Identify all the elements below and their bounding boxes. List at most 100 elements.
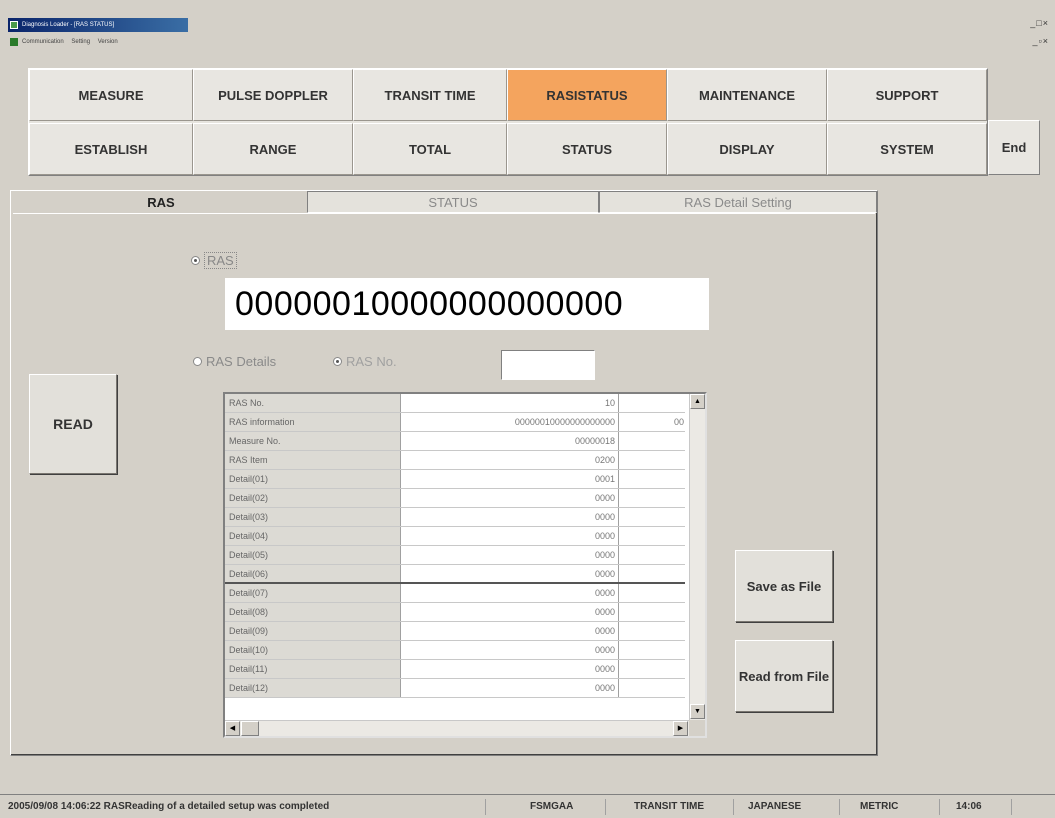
row-value-cell: 00000010000000000000 (401, 413, 619, 431)
table-row[interactable]: Detail(07) 0000 (225, 584, 685, 603)
row-label-cell: RAS No. (225, 394, 401, 412)
table-row[interactable]: Detail(10) 0000 (225, 641, 685, 660)
status-message: 2005/09/08 14:06:22 RASReading of a deta… (4, 799, 486, 815)
nav-maintenance[interactable]: MAINTENANCE (667, 69, 827, 121)
nav-display[interactable]: DISPLAY (667, 123, 827, 175)
table-row[interactable]: Detail(05) 0000 (225, 546, 685, 565)
mdi-window-controls[interactable]: _▫× (1009, 36, 1049, 48)
tab-ras[interactable]: RAS (13, 191, 309, 213)
end-button[interactable]: End (988, 120, 1040, 175)
row-label-cell: Detail(11) (225, 660, 401, 678)
row-extra-cell (619, 584, 685, 602)
status-language: JAPANESE (744, 799, 840, 815)
nav-measure[interactable]: MEASURE (29, 69, 193, 121)
table-row[interactable]: Measure No. 00000018 (225, 432, 685, 451)
nav-system[interactable]: SYSTEM (827, 123, 987, 175)
save-as-file-button[interactable]: Save as File (735, 550, 833, 622)
row-value-cell: 0000 (401, 622, 619, 640)
read-button[interactable]: READ (29, 374, 117, 474)
menu-communication[interactable]: Communication (22, 39, 64, 45)
row-label-cell: RAS Item (225, 451, 401, 469)
nav-range[interactable]: RANGE (193, 123, 353, 175)
radio-unselected-icon (193, 357, 202, 366)
function-nav: MEASURE PULSE DOPPLER TRANSIT TIME RASIS… (28, 68, 988, 176)
table-row[interactable]: Detail(09) 0000 (225, 622, 685, 641)
scroll-thumb[interactable] (241, 721, 259, 736)
row-value-cell: 0000 (401, 641, 619, 659)
document-icon (10, 38, 18, 46)
radio-selected-icon (333, 357, 342, 366)
row-label-cell: Detail(03) (225, 508, 401, 526)
table-row[interactable]: RAS No. 10 (225, 394, 685, 413)
tab-ras-detail-setting[interactable]: RAS Detail Setting (599, 191, 877, 213)
table-row[interactable]: Detail(08) 0000 (225, 603, 685, 622)
menu-version[interactable]: Version (98, 39, 118, 45)
row-extra-cell (619, 508, 685, 526)
row-extra-cell (619, 641, 685, 659)
window-title-bar: Diagnosis Loader - [RAS STATUS] (8, 18, 188, 32)
row-label-cell: Detail(01) (225, 470, 401, 488)
row-extra-cell (619, 394, 685, 412)
ras-value-display: 00000010000000000000 (225, 278, 709, 330)
table-row[interactable]: Detail(06) 0000 (225, 565, 685, 584)
ras-detail-grid[interactable]: RAS No. 10 RAS information 0000001000000000… (223, 392, 707, 738)
row-extra-cell (619, 451, 685, 469)
ras-radio-label: RAS (204, 252, 237, 269)
horizontal-scrollbar[interactable]: ◀ ▶ (225, 720, 689, 736)
ras-no-input[interactable] (501, 350, 595, 380)
table-row[interactable]: Detail(12) 0000 (225, 679, 685, 698)
nav-total[interactable]: TOTAL (353, 123, 507, 175)
scroll-down-icon[interactable]: ▼ (690, 704, 705, 719)
table-row[interactable]: RAS information 00000010000000000000 00 (225, 413, 685, 432)
table-row[interactable]: Detail(03) 0000 (225, 508, 685, 527)
row-label-cell: Detail(02) (225, 489, 401, 507)
row-value-cell: 00000018 (401, 432, 619, 450)
ras-details-label: RAS Details (206, 354, 277, 369)
grid-rows: RAS No. 10 RAS information 0000001000000000… (225, 394, 685, 698)
read-from-file-button[interactable]: Read from File (735, 640, 833, 712)
row-extra-cell (619, 527, 685, 545)
scroll-right-icon[interactable]: ▶ (673, 721, 688, 736)
row-label-cell: Detail(04) (225, 527, 401, 545)
ras-details-radio[interactable]: RAS Details (193, 354, 276, 369)
nav-support[interactable]: SUPPORT (827, 69, 987, 121)
nav-rasistatus[interactable]: RASISTATUS (507, 69, 667, 121)
row-value-cell: 0000 (401, 679, 619, 697)
row-label-cell: Detail(10) (225, 641, 401, 659)
row-value-cell: 0000 (401, 660, 619, 678)
table-row[interactable]: Detail(11) 0000 (225, 660, 685, 679)
table-row[interactable]: Detail(02) 0000 (225, 489, 685, 508)
table-row[interactable]: RAS Item 0200 (225, 451, 685, 470)
table-row[interactable]: Detail(04) 0000 (225, 527, 685, 546)
nav-pulse-doppler[interactable]: PULSE DOPPLER (193, 69, 353, 121)
nav-status[interactable]: STATUS (507, 123, 667, 175)
row-value-cell: 0000 (401, 489, 619, 507)
nav-transit-time[interactable]: TRANSIT TIME (353, 69, 507, 121)
menu-setting[interactable]: Setting (71, 39, 90, 45)
status-time: 14:06 (952, 799, 1012, 815)
scroll-up-icon[interactable]: ▲ (690, 394, 705, 409)
row-value-cell: 0000 (401, 508, 619, 526)
ras-panel: RAS STATUS RAS Detail Setting RAS 000000… (10, 190, 878, 756)
row-extra-cell (619, 679, 685, 697)
ras-radio[interactable]: RAS (191, 252, 237, 269)
ras-no-radio[interactable]: RAS No. (333, 354, 397, 369)
row-value-cell: 10 (401, 394, 619, 412)
row-extra-cell (619, 470, 685, 488)
scroll-corner (689, 720, 705, 736)
scroll-left-icon[interactable]: ◀ (225, 721, 240, 736)
table-row[interactable]: Detail(01) 0001 (225, 470, 685, 489)
vertical-scrollbar[interactable]: ▲ ▼ (689, 394, 705, 720)
window-controls[interactable]: _□× (1009, 18, 1049, 30)
row-label-cell: Detail(07) (225, 584, 401, 602)
status-bar: 2005/09/08 14:06:22 RASReading of a deta… (0, 794, 1055, 818)
window-title: Diagnosis Loader - [RAS STATUS] (22, 22, 115, 28)
row-extra-cell (619, 622, 685, 640)
status-units: METRIC (856, 799, 940, 815)
nav-establish[interactable]: ESTABLISH (29, 123, 193, 175)
row-value-cell: 0000 (401, 603, 619, 621)
tab-status[interactable]: STATUS (307, 191, 599, 213)
status-device: FSMGAA (526, 799, 606, 815)
row-value-cell: 0000 (401, 565, 619, 582)
row-extra-cell (619, 603, 685, 621)
